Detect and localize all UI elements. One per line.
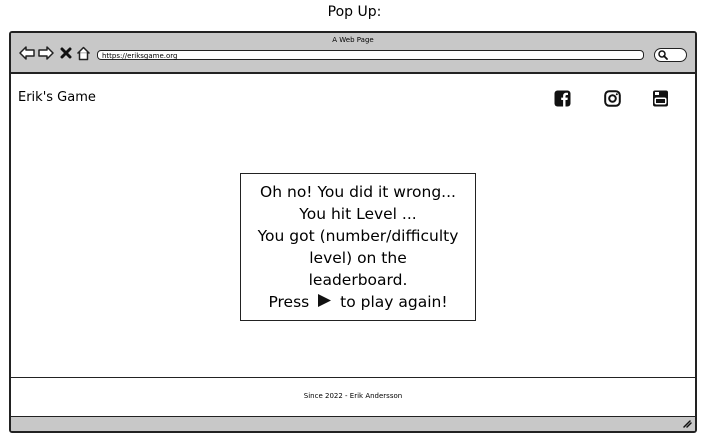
- back-arrow-icon[interactable]: [19, 45, 35, 61]
- home-icon[interactable]: [75, 45, 91, 61]
- window-title: A Web Page: [332, 36, 374, 44]
- popup-line-3: You got (number/difficulty: [257, 226, 459, 245]
- play-again-label: to play again!: [340, 292, 448, 311]
- footer-text: Since 2022 - Erik Andersson: [303, 392, 403, 400]
- forward-arrow-icon[interactable]: [38, 45, 54, 61]
- browser-chrome: A Web Page https://eriksgame.org: [11, 33, 695, 74]
- browser-window: A Web Page https://eriksgame.org Erik's …: [9, 31, 697, 433]
- site-footer: Since 2022 - Erik Andersson: [11, 377, 695, 416]
- page-caption: Pop Up:: [327, 4, 382, 20]
- popup-line-5: leaderboard.: [308, 270, 408, 289]
- play-icon[interactable]: [317, 292, 332, 314]
- game-over-popup: Oh no! You did it wrong... You hit Level…: [240, 173, 476, 321]
- facebook-icon[interactable]: [554, 90, 571, 107]
- popup-line-4: level) on the: [309, 248, 407, 267]
- site-title[interactable]: Erik's Game: [18, 90, 96, 105]
- search-icon: [658, 50, 668, 60]
- instagram-icon[interactable]: [604, 90, 621, 107]
- resize-handle-icon[interactable]: [682, 419, 692, 428]
- press-label: Press: [268, 292, 310, 311]
- address-bar[interactable]: https://eriksgame.org: [97, 50, 644, 60]
- youtube-icon[interactable]: [652, 90, 669, 107]
- search-box[interactable]: [654, 48, 687, 62]
- popup-line-2: You hit Level ...: [299, 204, 417, 223]
- close-x-icon[interactable]: [58, 45, 74, 61]
- popup-line-1: Oh no! You did it wrong...: [260, 182, 456, 201]
- popup-line-6: Press to play again!: [268, 291, 447, 314]
- browser-status-bar: [11, 416, 695, 431]
